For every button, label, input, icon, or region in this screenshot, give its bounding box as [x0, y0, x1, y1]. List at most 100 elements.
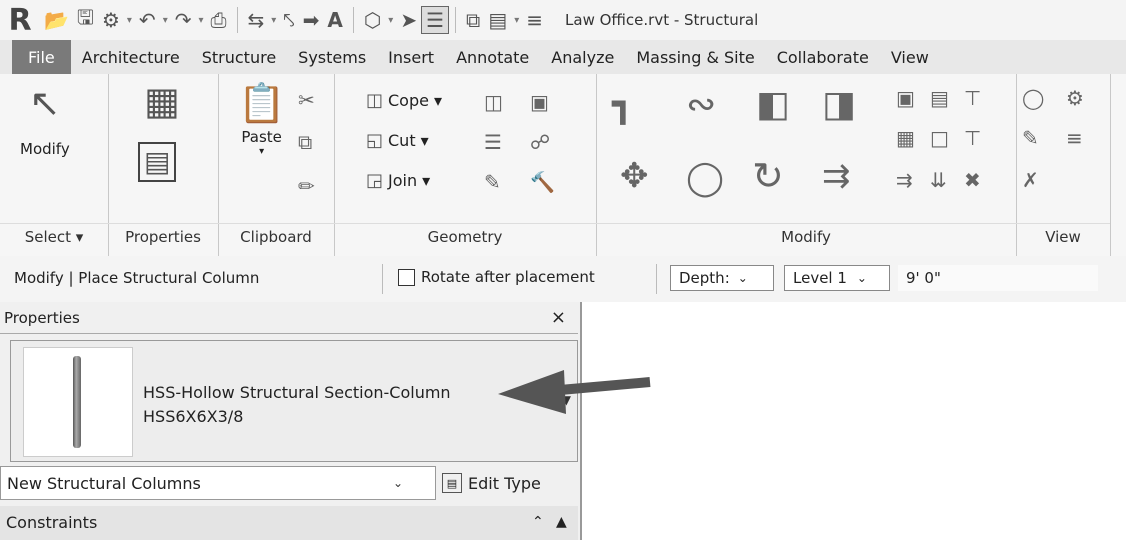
customize-icon[interactable]: ≡ — [522, 7, 547, 33]
close-windows-icon[interactable]: ⧉ — [462, 7, 484, 33]
measure-dropdown-icon[interactable]: ▾ — [268, 15, 279, 26]
3d-view-icon[interactable]: ⬡ — [360, 7, 385, 33]
join-icon: ◲ — [366, 170, 384, 191]
toolbar-separator — [236, 7, 238, 33]
redo-dropdown-icon[interactable]: ▾ — [195, 15, 206, 26]
rotate-label: Rotate after placement — [421, 268, 595, 286]
cut-icon[interactable]: ✂ — [298, 88, 315, 112]
sync-icon[interactable]: ⚙ — [98, 7, 124, 33]
collapse-icon[interactable]: ⌃ — [532, 514, 544, 530]
move-icon[interactable]: ✥ — [620, 156, 649, 196]
revit-logo[interactable]: R — [0, 0, 40, 40]
modify-label: Modify — [20, 140, 70, 158]
paint-icon[interactable]: ✎ — [484, 170, 501, 194]
align-icon[interactable]: ┓ — [612, 84, 634, 125]
join-button[interactable]: ◲ Join ▾ — [366, 170, 430, 191]
modify-button[interactable]: ↖ Modify — [20, 84, 70, 158]
open-icon[interactable]: 📂 — [40, 7, 73, 33]
override-icon[interactable]: ⚙ — [1066, 86, 1084, 110]
copy-icon[interactable]: ⧉ — [298, 130, 312, 154]
drawing-area[interactable] — [582, 302, 1126, 540]
close-icon[interactable]: × — [551, 307, 566, 328]
tab-structure[interactable]: Structure — [191, 40, 287, 74]
rotate-icon[interactable]: ↻ — [752, 154, 784, 198]
properties-button[interactable]: ▤ — [138, 142, 177, 182]
checkbox-box — [398, 268, 415, 286]
redo-icon[interactable]: ↷ — [171, 7, 196, 33]
unpin-icon[interactable]: ⊤ — [964, 86, 981, 110]
dimension-icon[interactable]: ⤣ — [279, 7, 298, 33]
height-input[interactable]: 9' 0" — [898, 265, 1098, 291]
tab-annotate[interactable]: Annotate — [445, 40, 540, 74]
hide-icon[interactable]: ◯ — [1022, 86, 1044, 110]
tab-systems[interactable]: Systems — [287, 40, 377, 74]
match-properties-icon[interactable]: ✏ — [298, 174, 315, 198]
rotate-after-placement-checkbox[interactable]: Rotate after placement — [398, 268, 595, 286]
tab-massing-site[interactable]: Massing & Site — [625, 40, 765, 74]
cut-label: Cut ▾ — [388, 131, 429, 150]
panel-geometry: ◫ Cope ▾ ◱ Cut ▾ ◲ Join ▾ ◫ ☰ ✎ ▣ ☍ 🔨 Geome… — [334, 74, 597, 256]
type-properties-button[interactable]: ▦ — [144, 82, 180, 120]
constraints-label: Constraints — [6, 513, 98, 532]
wall-joins-icon[interactable]: ◫ — [484, 90, 503, 114]
cut-geometry-icon: ◱ — [366, 130, 384, 151]
constraints-section-header[interactable]: Constraints ⌃ ▲ — [0, 506, 578, 540]
edit-type-button[interactable]: ▤ Edit Type — [442, 468, 541, 498]
trim-extend-icon[interactable]: ⇉ — [822, 156, 851, 196]
text-icon[interactable]: A — [323, 7, 346, 33]
split-face-icon[interactable]: ☰ — [484, 130, 502, 154]
offset-icon[interactable]: ∾ — [686, 84, 716, 125]
undo-dropdown-icon[interactable]: ▾ — [160, 15, 171, 26]
save-icon[interactable]: 🖫 — [73, 5, 98, 33]
eraser-icon[interactable]: ✗ — [1022, 168, 1039, 192]
tab-view[interactable]: View — [880, 40, 940, 74]
switch-windows-icon[interactable]: ▤ — [484, 7, 511, 33]
depth-height-dropdown[interactable]: Depth: ⌄ — [670, 265, 774, 291]
type-selector[interactable]: HSS-Hollow Structural Section-Column HSS… — [10, 340, 578, 462]
toolbar-separator — [455, 7, 457, 33]
level-dropdown[interactable]: Level 1 ⌄ — [784, 265, 890, 291]
tab-collaborate[interactable]: Collaborate — [766, 40, 880, 74]
trim-multiple-icon[interactable]: ⇊ — [930, 168, 947, 192]
cope-button[interactable]: ◫ Cope ▾ — [366, 90, 442, 111]
tab-insert[interactable]: Insert — [377, 40, 445, 74]
cut-geometry-button[interactable]: ◱ Cut ▾ — [366, 130, 429, 151]
type-selector-dropdown-icon[interactable]: ▼ — [562, 393, 571, 407]
paste-button[interactable]: 📋 Paste ▾ — [238, 84, 285, 157]
demolish-icon[interactable]: ☍ — [530, 130, 550, 154]
copy-element-icon[interactable]: ◯ — [686, 158, 724, 198]
depth-label: Depth: — [679, 269, 730, 287]
section-icon[interactable]: ➤ — [396, 7, 421, 33]
instance-filter-dropdown[interactable]: New Structural Columns ⌄ — [0, 466, 436, 500]
pin-icon[interactable]: ⊤ — [964, 126, 981, 150]
cut-profile-icon[interactable]: ▣ — [530, 90, 549, 114]
measure-icon[interactable]: ⇆ — [244, 7, 269, 33]
tag-icon[interactable]: ➡ — [299, 7, 324, 33]
select-panel-label[interactable]: Select ▾ — [0, 223, 108, 250]
paste-icon: 📋 — [238, 81, 286, 125]
scale-icon[interactable]: □ — [930, 126, 949, 150]
trim-single-icon[interactable]: ⇉ — [896, 168, 913, 192]
split-gap-icon[interactable]: ▤ — [930, 86, 949, 110]
switch-windows-dropdown-icon[interactable]: ▾ — [511, 15, 522, 26]
mirror-axis-icon[interactable]: ◧ — [756, 84, 790, 125]
view-panel-label: View — [1016, 223, 1110, 250]
tab-file[interactable]: File — [12, 40, 71, 74]
paste-dropdown-icon[interactable]: ▾ — [259, 146, 264, 157]
thin-lines-icon[interactable]: ☰ — [421, 6, 450, 34]
graphics-icon[interactable]: ≡ — [1066, 126, 1083, 150]
split-element-icon[interactable]: ▣ — [896, 86, 915, 110]
panel-modify: ┓ ∾ ◧ ◨ ✥ ◯ ↻ ⇉ ▣ ▤ ⊤ ▦ □ ⊤ ⇉ ⇊ ✖ Modify — [596, 74, 1017, 256]
3d-view-dropdown-icon[interactable]: ▾ — [385, 15, 396, 26]
linework-icon[interactable]: ✎ — [1022, 126, 1039, 150]
print-icon[interactable]: ⎙ — [207, 7, 231, 33]
sync-dropdown-icon[interactable]: ▾ — [124, 15, 135, 26]
tab-analyze[interactable]: Analyze — [540, 40, 625, 74]
scroll-up-icon[interactable]: ▲ — [556, 514, 567, 530]
hammer-icon[interactable]: 🔨 — [530, 170, 555, 194]
mirror-line-icon[interactable]: ◨ — [822, 84, 856, 125]
undo-icon[interactable]: ↶ — [135, 7, 160, 33]
tab-architecture[interactable]: Architecture — [71, 40, 191, 74]
array-icon[interactable]: ▦ — [896, 126, 915, 150]
delete-icon[interactable]: ✖ — [964, 168, 981, 192]
